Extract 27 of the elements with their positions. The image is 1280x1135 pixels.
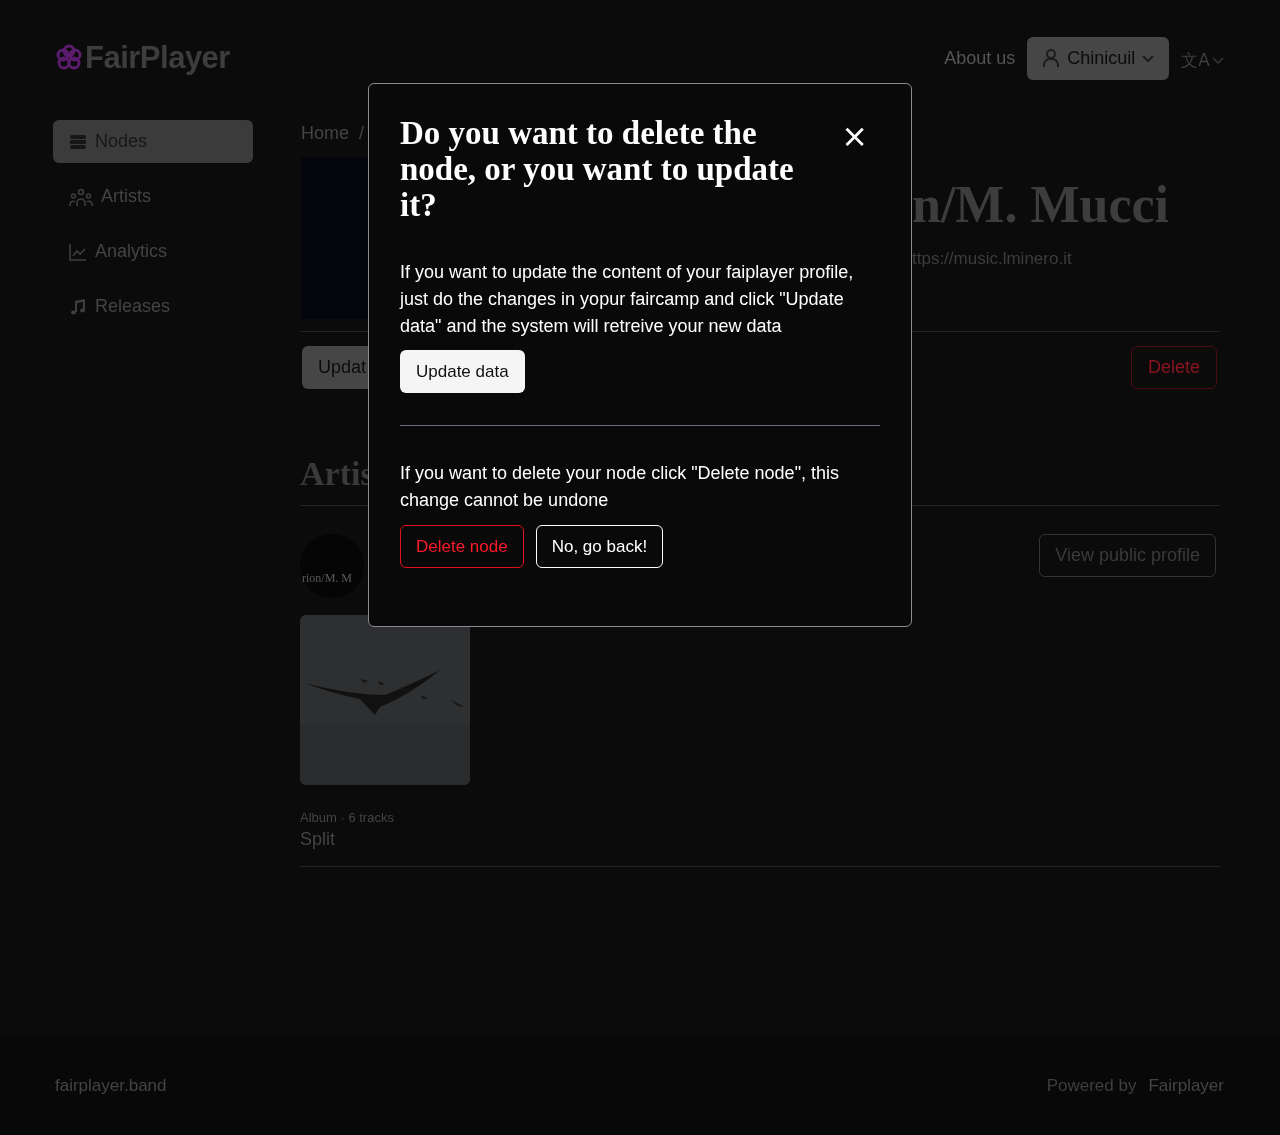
- breadcrumb-link[interactable]: Home: [301, 123, 349, 157]
- delete-button[interactable]: Delete: [1130, 346, 1217, 389]
- update-data-button[interactable]: Update data: [400, 350, 525, 393]
- people-icon: [69, 186, 93, 207]
- artist-name: rion/M. M: [302, 571, 352, 586]
- sidebar-item[interactable]: Analytics: [53, 230, 253, 273]
- sidebar-item[interactable]: Releases: [53, 285, 253, 328]
- close-button[interactable]: ×: [841, 120, 880, 152]
- dialog-text: If you want to delete your node click "Delete node", this change cannot be undone: [400, 462, 841, 512]
- go-back-button[interactable]: No, go back!: [535, 525, 664, 568]
- chart-icon: [69, 242, 87, 261]
- sidebar-item[interactable]: Artists: [53, 175, 253, 218]
- release-title: Split: [300, 829, 336, 850]
- stack-icon: [69, 133, 87, 150]
- breadcrumb-separator: /: [359, 123, 365, 145]
- about-link[interactable]: About us: [944, 47, 1016, 69]
- user-menu-button[interactable]: Chinicuil: [1027, 36, 1170, 80]
- footer-site: fairplayer.band: [55, 1076, 167, 1096]
- delete-node-button[interactable]: Delete node: [400, 525, 524, 568]
- dialog-title: Do you want to delete the node, or you want to update it?: [400, 115, 795, 223]
- release-meta: Album · 6 tracks: [300, 810, 395, 825]
- powered-by-link[interactable]: Fairplayer: [1148, 1076, 1224, 1096]
- dialog-text: If you want to update the content of your faiplayer profile, just do the changes in yopur faircamp and click "Update data" and the system will retreive your new data: [400, 261, 855, 338]
- update-button[interactable]: Updat: [302, 346, 371, 389]
- user-icon: [1041, 48, 1062, 68]
- music-note-icon: [69, 297, 87, 316]
- flower-logo-icon: [55, 44, 83, 72]
